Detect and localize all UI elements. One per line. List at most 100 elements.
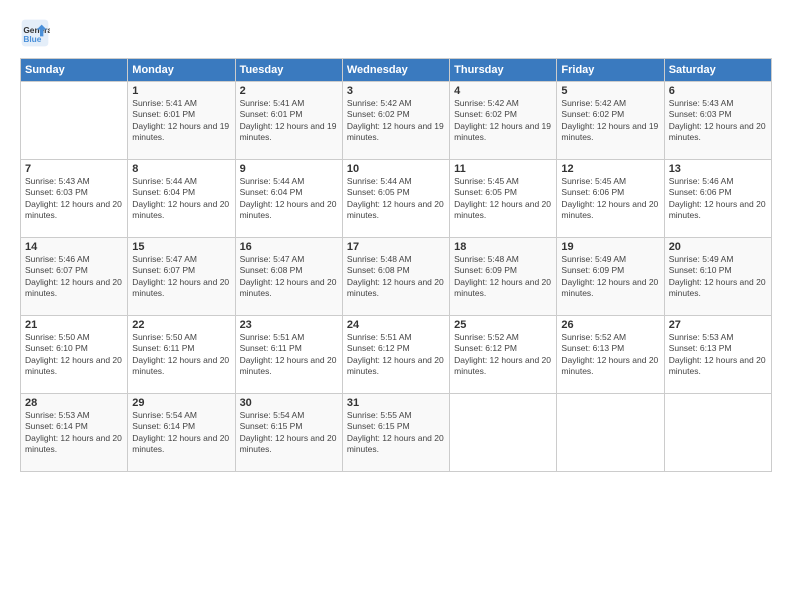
day-number: 18 <box>454 241 552 253</box>
day-cell: 17Sunrise: 5:48 AM Sunset: 6:08 PM Dayli… <box>342 238 449 316</box>
day-detail: Sunrise: 5:51 AM Sunset: 6:11 PM Dayligh… <box>240 332 338 378</box>
day-cell: 4Sunrise: 5:42 AM Sunset: 6:02 PM Daylig… <box>450 82 557 160</box>
week-row-2: 14Sunrise: 5:46 AM Sunset: 6:07 PM Dayli… <box>21 238 772 316</box>
day-detail: Sunrise: 5:52 AM Sunset: 6:12 PM Dayligh… <box>454 332 552 378</box>
day-cell: 29Sunrise: 5:54 AM Sunset: 6:14 PM Dayli… <box>128 394 235 472</box>
day-cell: 21Sunrise: 5:50 AM Sunset: 6:10 PM Dayli… <box>21 316 128 394</box>
day-detail: Sunrise: 5:45 AM Sunset: 6:05 PM Dayligh… <box>454 176 552 222</box>
header-day-thursday: Thursday <box>450 59 557 82</box>
day-cell: 5Sunrise: 5:42 AM Sunset: 6:02 PM Daylig… <box>557 82 664 160</box>
day-cell: 1Sunrise: 5:41 AM Sunset: 6:01 PM Daylig… <box>128 82 235 160</box>
day-cell: 22Sunrise: 5:50 AM Sunset: 6:11 PM Dayli… <box>128 316 235 394</box>
day-cell: 7Sunrise: 5:43 AM Sunset: 6:03 PM Daylig… <box>21 160 128 238</box>
logo: General Blue <box>20 18 54 48</box>
day-cell: 24Sunrise: 5:51 AM Sunset: 6:12 PM Dayli… <box>342 316 449 394</box>
day-detail: Sunrise: 5:51 AM Sunset: 6:12 PM Dayligh… <box>347 332 445 378</box>
day-number: 8 <box>132 163 230 175</box>
day-number: 22 <box>132 319 230 331</box>
day-detail: Sunrise: 5:41 AM Sunset: 6:01 PM Dayligh… <box>240 98 338 144</box>
day-detail: Sunrise: 5:55 AM Sunset: 6:15 PM Dayligh… <box>347 410 445 456</box>
header: General Blue <box>20 18 772 48</box>
day-number: 23 <box>240 319 338 331</box>
day-number: 21 <box>25 319 123 331</box>
day-number: 2 <box>240 85 338 97</box>
day-number: 12 <box>561 163 659 175</box>
day-number: 7 <box>25 163 123 175</box>
day-detail: Sunrise: 5:47 AM Sunset: 6:08 PM Dayligh… <box>240 254 338 300</box>
day-detail: Sunrise: 5:49 AM Sunset: 6:09 PM Dayligh… <box>561 254 659 300</box>
day-number: 4 <box>454 85 552 97</box>
day-number: 16 <box>240 241 338 253</box>
day-cell <box>664 394 771 472</box>
day-cell: 13Sunrise: 5:46 AM Sunset: 6:06 PM Dayli… <box>664 160 771 238</box>
day-cell: 8Sunrise: 5:44 AM Sunset: 6:04 PM Daylig… <box>128 160 235 238</box>
day-number: 19 <box>561 241 659 253</box>
logo-icon: General Blue <box>20 18 50 48</box>
day-number: 25 <box>454 319 552 331</box>
day-detail: Sunrise: 5:42 AM Sunset: 6:02 PM Dayligh… <box>561 98 659 144</box>
day-cell: 31Sunrise: 5:55 AM Sunset: 6:15 PM Dayli… <box>342 394 449 472</box>
header-day-friday: Friday <box>557 59 664 82</box>
header-day-saturday: Saturday <box>664 59 771 82</box>
day-detail: Sunrise: 5:50 AM Sunset: 6:11 PM Dayligh… <box>132 332 230 378</box>
day-cell: 3Sunrise: 5:42 AM Sunset: 6:02 PM Daylig… <box>342 82 449 160</box>
week-row-1: 7Sunrise: 5:43 AM Sunset: 6:03 PM Daylig… <box>21 160 772 238</box>
day-detail: Sunrise: 5:46 AM Sunset: 6:06 PM Dayligh… <box>669 176 767 222</box>
day-detail: Sunrise: 5:45 AM Sunset: 6:06 PM Dayligh… <box>561 176 659 222</box>
day-detail: Sunrise: 5:53 AM Sunset: 6:14 PM Dayligh… <box>25 410 123 456</box>
day-cell: 28Sunrise: 5:53 AM Sunset: 6:14 PM Dayli… <box>21 394 128 472</box>
week-row-3: 21Sunrise: 5:50 AM Sunset: 6:10 PM Dayli… <box>21 316 772 394</box>
day-cell: 18Sunrise: 5:48 AM Sunset: 6:09 PM Dayli… <box>450 238 557 316</box>
day-number: 17 <box>347 241 445 253</box>
day-number: 28 <box>25 397 123 409</box>
day-detail: Sunrise: 5:42 AM Sunset: 6:02 PM Dayligh… <box>454 98 552 144</box>
day-cell: 20Sunrise: 5:49 AM Sunset: 6:10 PM Dayli… <box>664 238 771 316</box>
day-detail: Sunrise: 5:43 AM Sunset: 6:03 PM Dayligh… <box>25 176 123 222</box>
day-number: 13 <box>669 163 767 175</box>
day-cell: 10Sunrise: 5:44 AM Sunset: 6:05 PM Dayli… <box>342 160 449 238</box>
day-cell: 25Sunrise: 5:52 AM Sunset: 6:12 PM Dayli… <box>450 316 557 394</box>
header-day-wednesday: Wednesday <box>342 59 449 82</box>
day-detail: Sunrise: 5:44 AM Sunset: 6:05 PM Dayligh… <box>347 176 445 222</box>
day-number: 1 <box>132 85 230 97</box>
day-detail: Sunrise: 5:54 AM Sunset: 6:14 PM Dayligh… <box>132 410 230 456</box>
svg-text:Blue: Blue <box>23 34 41 44</box>
day-number: 20 <box>669 241 767 253</box>
day-number: 30 <box>240 397 338 409</box>
day-number: 29 <box>132 397 230 409</box>
day-detail: Sunrise: 5:46 AM Sunset: 6:07 PM Dayligh… <box>25 254 123 300</box>
day-cell: 26Sunrise: 5:52 AM Sunset: 6:13 PM Dayli… <box>557 316 664 394</box>
day-cell: 9Sunrise: 5:44 AM Sunset: 6:04 PM Daylig… <box>235 160 342 238</box>
calendar-table: SundayMondayTuesdayWednesdayThursdayFrid… <box>20 58 772 472</box>
day-cell: 2Sunrise: 5:41 AM Sunset: 6:01 PM Daylig… <box>235 82 342 160</box>
header-row: SundayMondayTuesdayWednesdayThursdayFrid… <box>21 59 772 82</box>
day-number: 31 <box>347 397 445 409</box>
day-detail: Sunrise: 5:47 AM Sunset: 6:07 PM Dayligh… <box>132 254 230 300</box>
day-number: 24 <box>347 319 445 331</box>
day-detail: Sunrise: 5:48 AM Sunset: 6:09 PM Dayligh… <box>454 254 552 300</box>
day-cell <box>450 394 557 472</box>
day-detail: Sunrise: 5:52 AM Sunset: 6:13 PM Dayligh… <box>561 332 659 378</box>
week-row-4: 28Sunrise: 5:53 AM Sunset: 6:14 PM Dayli… <box>21 394 772 472</box>
day-number: 5 <box>561 85 659 97</box>
header-day-monday: Monday <box>128 59 235 82</box>
day-detail: Sunrise: 5:42 AM Sunset: 6:02 PM Dayligh… <box>347 98 445 144</box>
day-number: 26 <box>561 319 659 331</box>
day-detail: Sunrise: 5:54 AM Sunset: 6:15 PM Dayligh… <box>240 410 338 456</box>
day-number: 11 <box>454 163 552 175</box>
day-detail: Sunrise: 5:44 AM Sunset: 6:04 PM Dayligh… <box>132 176 230 222</box>
day-detail: Sunrise: 5:53 AM Sunset: 6:13 PM Dayligh… <box>669 332 767 378</box>
day-detail: Sunrise: 5:43 AM Sunset: 6:03 PM Dayligh… <box>669 98 767 144</box>
page: General Blue SundayMondayTuesdayWednesda… <box>0 0 792 612</box>
day-number: 15 <box>132 241 230 253</box>
day-cell: 30Sunrise: 5:54 AM Sunset: 6:15 PM Dayli… <box>235 394 342 472</box>
day-detail: Sunrise: 5:48 AM Sunset: 6:08 PM Dayligh… <box>347 254 445 300</box>
day-cell: 12Sunrise: 5:45 AM Sunset: 6:06 PM Dayli… <box>557 160 664 238</box>
header-day-tuesday: Tuesday <box>235 59 342 82</box>
day-number: 27 <box>669 319 767 331</box>
day-number: 10 <box>347 163 445 175</box>
day-number: 9 <box>240 163 338 175</box>
day-cell: 27Sunrise: 5:53 AM Sunset: 6:13 PM Dayli… <box>664 316 771 394</box>
day-cell: 11Sunrise: 5:45 AM Sunset: 6:05 PM Dayli… <box>450 160 557 238</box>
day-cell: 19Sunrise: 5:49 AM Sunset: 6:09 PM Dayli… <box>557 238 664 316</box>
